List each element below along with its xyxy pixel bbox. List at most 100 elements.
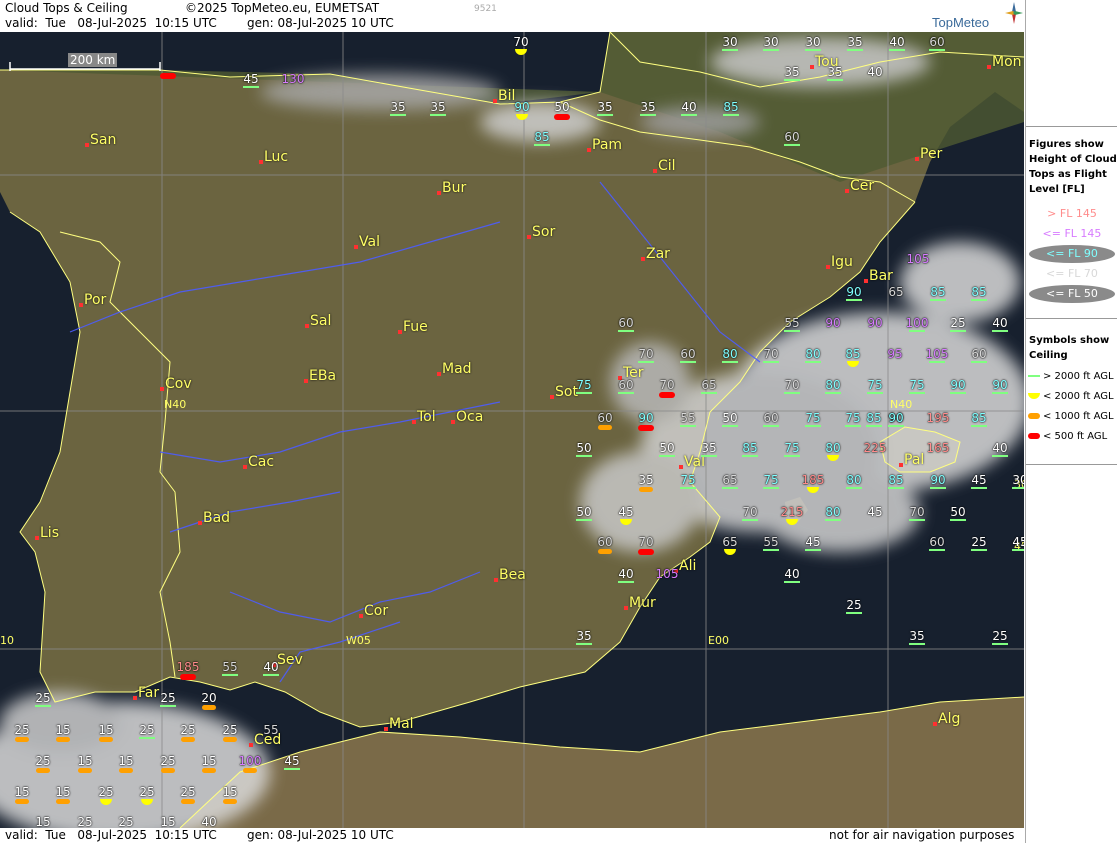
cloud-top-marker: 105 [653, 568, 681, 594]
cloud-top-marker: 50 [944, 506, 972, 532]
ceiling-line-symbol [827, 79, 843, 81]
cloud-top-marker: 35 [903, 630, 931, 656]
city-dot [987, 65, 991, 69]
satellite-map[interactable]: 200 km N40N40W05E00103045 SanLucBilPamTo… [0, 32, 1024, 828]
ceiling-line-symbol [971, 549, 987, 551]
cloud-top-marker: 70 [903, 506, 931, 532]
cloud-top-marker: 75 [570, 379, 598, 405]
grid-label: 10 [0, 634, 14, 647]
city-label: Bar [869, 268, 893, 284]
cloud-top-marker: 30 [799, 36, 827, 62]
ceiling-line-symbol [971, 361, 987, 363]
cloud-top-value: 40 [784, 567, 800, 581]
symbols-legend: Symbols show Ceiling > 2000 ft AGL < 2000… [1026, 318, 1117, 465]
cloud-top-value: 85 [971, 285, 987, 299]
city-dot [451, 420, 455, 424]
legend-symbol-label: < 2000 ft AGL [1043, 391, 1114, 402]
ceiling-line-symbol [845, 425, 861, 427]
ceiling-line-symbol [1012, 487, 1024, 489]
cloud-top-marker: 35 [634, 101, 662, 127]
legend-symbol-label: > 2000 ft AGL [1043, 371, 1114, 382]
ceiling-orange-symbol [161, 768, 175, 773]
ceiling-orange-symbol [181, 737, 195, 742]
cloud-top-value: 60 [763, 411, 779, 425]
legend-symbol-label: < 1000 ft AGL [1043, 411, 1114, 422]
city-dot [437, 372, 441, 376]
ceiling-line-symbol [723, 114, 739, 116]
ceiling-line-symbol [576, 519, 592, 521]
map-title: Cloud Tops & Ceiling [5, 1, 128, 15]
cloud-top-marker: 100 [903, 317, 931, 343]
cloud-top-value: 35 [597, 100, 613, 114]
cloud-top-marker: 35 [384, 101, 412, 127]
city-label: EBa [309, 368, 337, 384]
cloud-top-value: 60 [597, 535, 613, 549]
city-label: Sal [310, 313, 332, 329]
cloud-top-marker: 165 [924, 442, 952, 468]
cloud-top-value: 85 [845, 347, 861, 361]
ceiling-line-symbol [805, 49, 821, 51]
cloud-top-marker: 35 [424, 101, 452, 127]
cloud-top-value: 25 [222, 723, 238, 737]
ceiling-red-symbol [659, 392, 675, 398]
cloud-top-value: 40 [889, 35, 905, 49]
cloud-top-marker: 85 [965, 412, 993, 438]
cloud-top-marker: 35 [570, 630, 598, 656]
cloud-top-value: 25 [180, 723, 196, 737]
cloud-top-marker: 30 [716, 36, 744, 62]
cloud-top-value: 35 [847, 35, 863, 49]
cloud-top-value: 105 [655, 567, 679, 581]
cloud-top-value: 55 [784, 316, 800, 330]
cloud-top-value: 40 [263, 660, 279, 674]
ceiling-orange-symbol [119, 768, 133, 773]
cloud-top-value: 60 [618, 378, 634, 392]
cloud-top-value: 25 [14, 723, 30, 737]
cloud-top-marker: 25 [8, 724, 36, 750]
cloud-top-marker: 45 [612, 506, 640, 532]
cloud-top-value: 50 [554, 100, 570, 114]
ceiling-line-symbol [992, 330, 1008, 332]
city-dot [398, 330, 402, 334]
city-label: Alg [938, 711, 961, 727]
cloud-top-value: 60 [618, 316, 634, 330]
cloud-top-value: 60 [971, 347, 987, 361]
cloud-top-value: 75 [680, 473, 696, 487]
cloud-top-value: 15 [35, 815, 51, 829]
cloud-top-marker: 85 [882, 474, 910, 500]
city-label: Por [84, 292, 107, 308]
cloud-top-marker: 60 [778, 131, 806, 157]
cloud-top-value: 90 [992, 378, 1008, 392]
cloud-top-marker: 75 [903, 379, 931, 405]
cloud-top-marker: 70 [632, 536, 660, 562]
cloud-top-marker: 45 [799, 536, 827, 562]
cloud-top-value: 15 [98, 723, 114, 737]
cloud-top-value: 40 [681, 100, 697, 114]
cloud-top-marker: 55 [674, 412, 702, 438]
cloud-top-value: 55 [763, 535, 779, 549]
cloud-top-value: 70 [638, 535, 654, 549]
city-dot [933, 722, 937, 726]
ceiling-line-symbol [243, 86, 259, 88]
cloud-top-marker: 35 [632, 474, 660, 500]
ceiling-line-symbol [929, 549, 945, 551]
ceiling-line-symbol [784, 455, 800, 457]
cloud-top-value: 25 [35, 754, 51, 768]
cloud-top-value: 35 [784, 65, 800, 79]
cloud-top-marker: 35 [695, 442, 723, 468]
cloud-top-marker: 80 [819, 379, 847, 405]
cloud-top-marker: 25 [133, 724, 161, 750]
cloud-top-marker: 85 [528, 131, 556, 157]
cloud-top-marker: 25 [154, 692, 182, 718]
ceiling-symbol-icon [1028, 413, 1040, 419]
ceiling-line-symbol [909, 392, 925, 394]
ceiling-line-symbol [680, 425, 696, 427]
legend-symbol-row: < 500 ft AGL [1028, 429, 1107, 445]
ceiling-line-symbol [971, 487, 987, 489]
ceiling-red-symbol [638, 549, 654, 555]
topmeteo-logo: TopMeteo [932, 15, 990, 30]
cloud-top-marker: 15 [8, 786, 36, 812]
city-dot [133, 696, 137, 700]
copyright: ©2025 TopMeteo.eu, EUMETSAT [185, 1, 380, 15]
city-dot [259, 160, 263, 164]
cloud-top-marker: 40 [778, 568, 806, 594]
